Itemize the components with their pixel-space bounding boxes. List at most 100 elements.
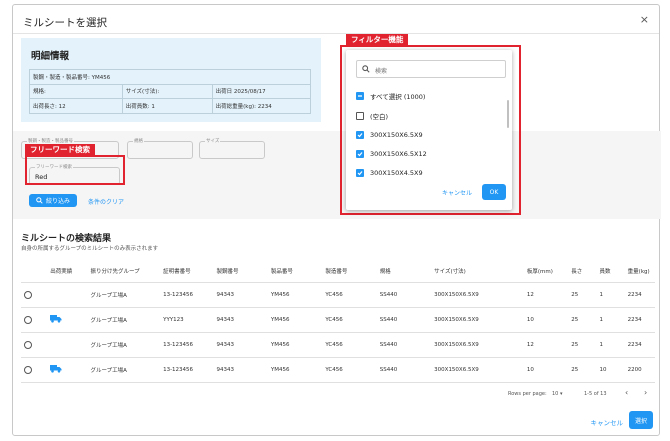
length-cell: 25 [568, 332, 597, 358]
group-cell: グループ工場A [87, 332, 161, 358]
size-cell: 300X150X6.5X9 [431, 282, 524, 308]
steel-cell: 94343 [213, 357, 268, 383]
size-cell: 300X150X6.5X9 [431, 332, 524, 358]
cert-cell: 13-123456 [160, 282, 214, 308]
count-cell: 1 [596, 332, 625, 358]
col-steel[interactable]: 製鋼番号 [213, 260, 268, 283]
mill-sheet-dialog: ミルシートを選択 × 明細情報 製鋼・製造・製品番号: YM456 規格: サイ… [12, 4, 661, 436]
size-field[interactable]: サイズ [199, 138, 265, 159]
col-group[interactable]: 振り分け先グループ [87, 260, 161, 283]
col-length[interactable]: 長さ [568, 260, 597, 283]
table-row[interactable]: グループ工場A YYY123 94343 YM456 YC456 SS440 3… [21, 307, 655, 333]
spec-cell: SS440 [376, 357, 432, 383]
group-cell: グループ工場A [87, 357, 161, 383]
thickness-cell: 12 [523, 332, 569, 358]
weight-cell: 2234 [624, 282, 655, 308]
cert-cell: 13-123456 [160, 357, 214, 383]
col-shipped[interactable]: 出荷実績 [47, 260, 88, 283]
popup-scrollbar[interactable] [507, 100, 509, 128]
results-title: ミルシートの検索結果 [21, 234, 112, 244]
filter-option-select-all[interactable]: すべて選択 (1000) [356, 90, 425, 102]
detail-ship-date: 出荷日 2025/08/17 [211, 83, 312, 99]
detail-ship-length: 出荷長さ: 12 [29, 98, 123, 114]
mfg-cell: YC456 [322, 307, 377, 333]
rows-per-page-label: Rows per page: [508, 391, 547, 397]
row-radio[interactable] [24, 365, 32, 374]
select-button[interactable]: 選択 [629, 411, 653, 429]
popup-cancel-button[interactable]: キャンセル [442, 188, 472, 197]
freeword-callout: フリーワード検索 [25, 144, 95, 156]
spec-cell: SS440 [376, 282, 432, 308]
mfg-cell: YC456 [322, 282, 377, 308]
cert-cell: 13-123456 [160, 332, 214, 358]
col-product[interactable]: 製品番号 [267, 260, 323, 283]
filter-option-label: すべて選択 (1000) [370, 93, 426, 101]
results-table: 出荷実績 振り分け先グループ 証明書番号 製鋼番号 製品番号 製造番号 規格 サ… [21, 260, 655, 383]
length-cell: 25 [568, 357, 597, 383]
steel-cell: 94343 [213, 307, 268, 333]
filter-option-item[interactable]: 300X150X4.5X9 [356, 167, 423, 179]
rows-per-page-select[interactable]: 10 ▾ [552, 391, 562, 397]
unchecked-checkbox-icon[interactable] [356, 112, 364, 120]
steel-cell: 94343 [213, 282, 268, 308]
col-size[interactable]: サイズ(寸法) [431, 260, 524, 283]
results-header-row: 出荷実績 振り分け先グループ 証明書番号 製鋼番号 製品番号 製造番号 規格 サ… [21, 260, 655, 283]
col-spec[interactable]: 規格 [376, 260, 432, 283]
weight-cell: 2200 [624, 357, 655, 383]
length-cell: 25 [568, 307, 597, 333]
weight-cell: 2234 [624, 307, 655, 333]
col-thickness[interactable]: 板厚(mm) [523, 260, 569, 283]
truck-icon [50, 365, 62, 373]
spec-field[interactable]: 規格 [127, 138, 193, 159]
next-page-icon[interactable]: › [644, 388, 647, 397]
detail-info-table: 製鋼・製造・製品番号: YM456 規格: サイズ(寸法): 出荷日 2025/… [29, 69, 312, 114]
apply-filter-button[interactable]: 絞り込み [29, 194, 77, 207]
filter-option-item[interactable]: 300X150X6.5X9 [356, 129, 423, 141]
row-radio[interactable] [24, 315, 32, 324]
col-weight[interactable]: 重量(kg) [624, 260, 655, 283]
detail-info-panel: 明細情報 製鋼・製造・製品番号: YM456 規格: サイズ(寸法): 出荷日 … [21, 38, 321, 122]
weight-cell: 2234 [624, 332, 655, 358]
table-row[interactable]: グループ工場A 13-123456 94343 YM456 YC456 SS44… [21, 357, 655, 383]
dialog-cancel-button[interactable]: キャンセル [591, 417, 624, 427]
checked-checkbox-icon[interactable] [356, 150, 364, 158]
truck-icon [50, 315, 62, 323]
filter-option-blank[interactable]: (空白) [356, 110, 388, 122]
row-radio[interactable] [24, 290, 32, 299]
checked-checkbox-icon[interactable] [356, 131, 364, 139]
filter-option-label: (空白) [370, 113, 389, 121]
col-cert[interactable]: 証明書番号 [160, 260, 214, 283]
product-cell: YM456 [267, 332, 323, 358]
caret-down-icon: ▾ [559, 391, 563, 397]
prev-page-icon[interactable]: ‹ [625, 388, 628, 397]
table-row[interactable]: グループ工場A 13-123456 94343 YM456 YC456 SS44… [21, 332, 655, 358]
thickness-cell: 12 [523, 282, 569, 308]
dialog-title: ミルシートを選択 [23, 17, 107, 29]
popup-search-input[interactable]: 検索 [356, 60, 506, 78]
spec-label: 規格 [133, 138, 144, 144]
rows-per-page-value: 10 [552, 391, 559, 397]
thickness-cell: 10 [523, 307, 569, 333]
col-count[interactable]: 員数 [596, 260, 625, 283]
detail-spec: 規格: [29, 83, 123, 99]
close-icon[interactable]: × [640, 13, 649, 26]
filter-feature-callout: フィルター機能 [346, 34, 409, 46]
product-cell: YM456 [267, 282, 323, 308]
indeterminate-checkbox-icon[interactable] [356, 92, 364, 100]
clear-filter-button[interactable]: 条件のクリア [88, 197, 124, 206]
row-radio[interactable] [24, 340, 32, 349]
popup-ok-button[interactable]: OK [482, 184, 506, 200]
filter-option-item[interactable]: 300X150X6.5X12 [356, 148, 427, 160]
detail-product-info: 製鋼・製造・製品番号: YM456 [29, 69, 311, 85]
checked-checkbox-icon[interactable] [356, 169, 364, 177]
col-mfg[interactable]: 製造番号 [322, 260, 377, 283]
mfg-cell: YC456 [322, 332, 377, 358]
steel-cell: 94343 [213, 332, 268, 358]
group-cell: グループ工場A [87, 307, 161, 333]
column-filter-popup: 検索 すべて選択 (1000) (空白) 300X150X6.5X9 300X1… [346, 50, 512, 210]
col-select [21, 260, 48, 283]
search-icon [362, 65, 370, 73]
spec-cell: SS440 [376, 332, 432, 358]
table-row[interactable]: グループ工場A 13-123456 94343 YM456 YC456 SS44… [21, 282, 655, 308]
thickness-cell: 10 [523, 357, 569, 383]
